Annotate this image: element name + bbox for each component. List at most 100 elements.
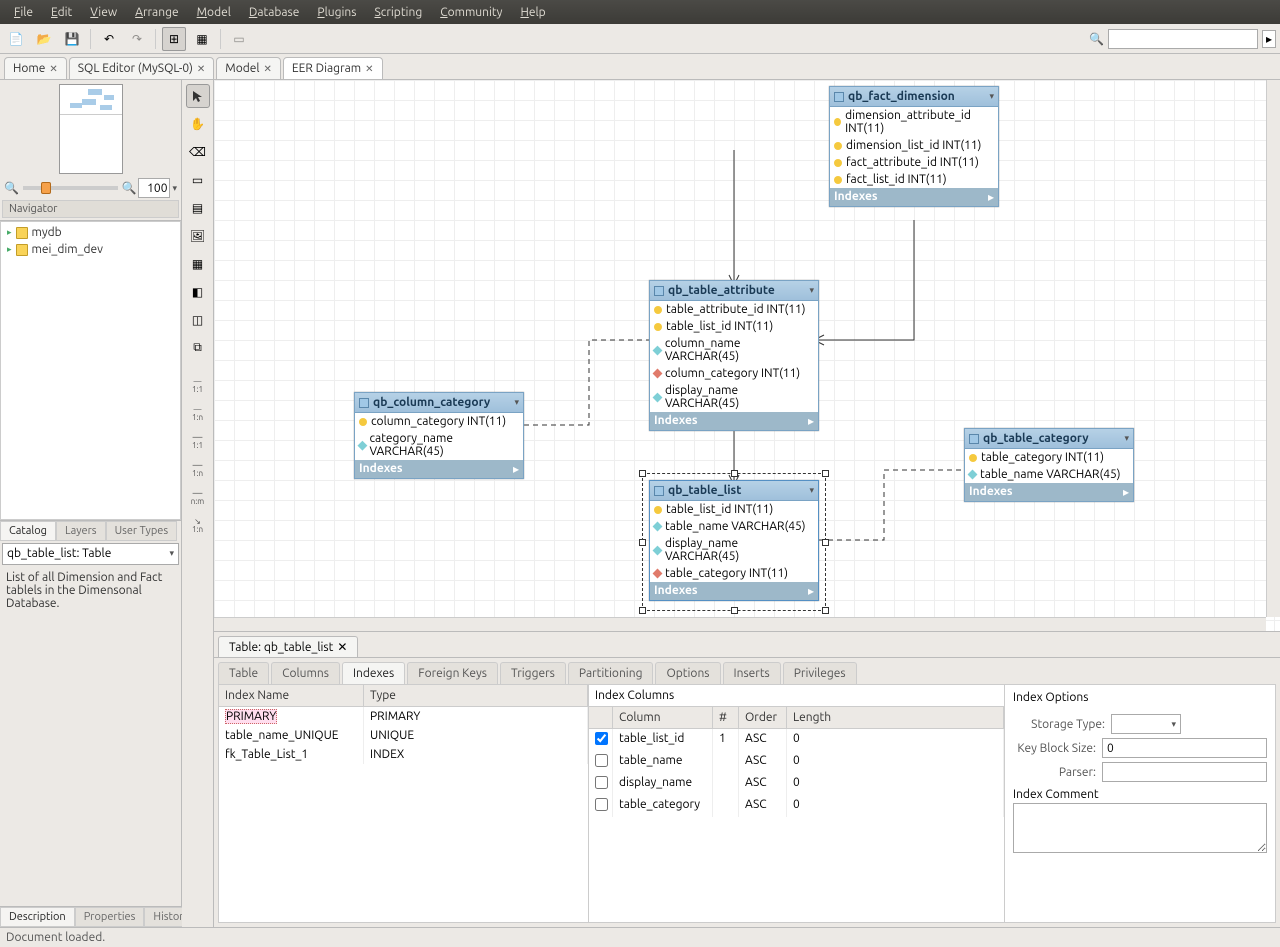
redo-icon[interactable]: ↷ [125,27,149,51]
object-selector[interactable]: qb_table_list: Table▾ [2,543,179,565]
image-tool-icon[interactable]: 🖼 [186,224,210,248]
index-column-row[interactable]: display_nameASC0 [589,773,1004,795]
tab-sql-editor[interactable]: SQL Editor (MySQL-0)✕ [69,57,215,79]
database-icon [16,244,28,256]
open-file-icon[interactable]: 📂 [32,27,56,51]
catalog-item[interactable]: ▸mydb [3,224,178,241]
table-icon [654,286,664,296]
subtab-foreign-keys[interactable]: Foreign Keys [407,662,498,684]
menu-model[interactable]: Model [189,3,239,22]
menu-arrange[interactable]: Arrange [127,3,186,22]
index-column-row[interactable]: table_categoryASC0 [589,795,1004,817]
database-icon [16,227,28,239]
index-row[interactable]: fk_Table_List_1INDEX [219,745,588,764]
index-column-row[interactable]: table_list_id1ASC0 [589,729,1004,751]
column-checkbox[interactable] [595,754,608,767]
menu-scripting[interactable]: Scripting [366,3,430,22]
selection-handles[interactable] [642,473,826,611]
grid-toggle-icon[interactable]: ▦ [190,27,214,51]
rel-1-n-id-icon[interactable]: ──1:n [186,458,210,482]
close-icon[interactable]: ✕ [264,63,272,75]
diagram-canvas[interactable]: qb_fact_dimension▾ dimension_attribute_i… [214,80,1280,631]
close-icon[interactable]: ✕ [49,63,57,75]
index-row[interactable]: table_name_UNIQUEUNIQUE [219,726,588,745]
minimap[interactable] [59,84,123,174]
subtab-triggers[interactable]: Triggers [500,662,566,684]
pointer-tool-icon[interactable] [186,84,210,108]
zoom-input[interactable] [138,178,170,198]
index-column-row[interactable]: table_nameASC0 [589,751,1004,773]
menu-help[interactable]: Help [512,3,553,22]
close-icon[interactable]: ✕ [365,63,373,75]
tab-description[interactable]: Description [0,907,75,927]
zoom-dropdown-icon[interactable]: ▾ [172,183,177,194]
entity-qb-table-attribute[interactable]: qb_table_attribute▾ table_attribute_id I… [649,280,819,431]
menu-view[interactable]: View [82,3,125,22]
view-tool-icon[interactable]: ◧ [186,280,210,304]
menu-database[interactable]: Database [241,3,308,22]
catalog-item[interactable]: ▸mei_dim_dev [3,241,178,258]
menu-plugins[interactable]: Plugins [309,3,364,22]
column-checkbox[interactable] [595,776,608,789]
tab-model[interactable]: Model✕ [216,57,281,79]
zoom-out-icon[interactable]: 🔍 [4,181,19,195]
layer-tool-icon[interactable]: ▭ [186,168,210,192]
column-checkbox[interactable] [595,798,608,811]
routine-group-tool-icon[interactable]: ◫ [186,308,210,332]
page-icon[interactable]: ▭ [227,27,251,51]
zoom-in-icon[interactable]: 🔍 [122,181,137,195]
subtab-columns[interactable]: Columns [271,662,340,684]
subtab-options[interactable]: Options [655,662,720,684]
note-tool-icon[interactable]: ▤ [186,196,210,220]
canvas-scrollbar-v[interactable] [1266,80,1280,617]
menu-file[interactable]: File [6,3,41,22]
side-tab-layers[interactable]: Layers [56,521,106,541]
rel-1-n-nonid-icon[interactable]: ⎯⎯1:n [186,402,210,426]
entity-qb-fact-dimension[interactable]: qb_fact_dimension▾ dimension_attribute_i… [829,86,999,207]
tab-home[interactable]: Home✕ [4,57,67,79]
search-go-icon[interactable]: ▸ [1262,30,1276,48]
column-checkbox[interactable] [595,732,608,745]
rel-existing-icon[interactable]: ↘1:n [186,514,210,538]
index-list[interactable]: Index Name Type PRIMARYPRIMARY table_nam… [219,685,589,922]
canvas-scrollbar-h[interactable] [214,617,1266,631]
new-file-icon[interactable]: 📄 [4,27,28,51]
diagram-toolbox: ✋ ⌫ ▭ ▤ 🖼 ▦ ◧ ◫ ⧉ ⎯⎯1:1 ⎯⎯1:n ──1:1 ──1:… [182,80,214,927]
menu-edit[interactable]: Edit [43,3,80,22]
routine-tool-icon[interactable]: ⧉ [186,336,210,360]
key-block-size-input[interactable] [1102,738,1267,758]
search-icon[interactable]: 🔍 [1089,32,1104,46]
save-icon[interactable]: 💾 [60,27,84,51]
search-input[interactable] [1108,29,1258,49]
storage-type-select[interactable]: ▾ [1111,714,1181,734]
tab-properties[interactable]: Properties [75,907,145,927]
rel-n-m-icon[interactable]: ──n:m [186,486,210,510]
left-sidebar: 🔍 🔍 ▾ Navigator ▸mydb ▸mei_dim_dev Catal… [0,80,182,927]
entity-qb-column-category[interactable]: qb_column_category▾ column_category INT(… [354,392,524,479]
subtab-inserts[interactable]: Inserts [723,662,781,684]
close-icon[interactable]: ✕ [197,63,205,75]
undo-icon[interactable]: ↶ [97,27,121,51]
hand-tool-icon[interactable]: ✋ [186,112,210,136]
tab-eer-diagram[interactable]: EER Diagram✕ [283,57,383,79]
grid-align-icon[interactable]: ⊞ [162,27,186,51]
table-tool-icon[interactable]: ▦ [186,252,210,276]
subtab-partitioning[interactable]: Partitioning [568,662,654,684]
subtab-indexes[interactable]: Indexes [342,662,405,684]
side-tab-user-types[interactable]: User Types [106,521,178,541]
index-row[interactable]: PRIMARYPRIMARY [219,707,588,726]
rel-1-1-nonid-icon[interactable]: ⎯⎯1:1 [186,374,210,398]
menu-community[interactable]: Community [432,3,510,22]
editor-tab[interactable]: Table: qb_table_list✕ [218,636,358,657]
side-tab-catalog[interactable]: Catalog [0,521,56,541]
key-icon [834,142,842,150]
parser-input[interactable] [1102,762,1267,782]
eraser-tool-icon[interactable]: ⌫ [186,140,210,164]
catalog-tree[interactable]: ▸mydb ▸mei_dim_dev [0,221,181,520]
index-comment-input[interactable] [1013,803,1267,853]
close-icon[interactable]: ✕ [337,640,347,654]
subtab-table[interactable]: Table [218,662,269,684]
rel-1-1-id-icon[interactable]: ──1:1 [186,430,210,454]
subtab-privileges[interactable]: Privileges [783,662,857,684]
entity-qb-table-category[interactable]: qb_table_category▾ table_category INT(11… [964,428,1134,502]
